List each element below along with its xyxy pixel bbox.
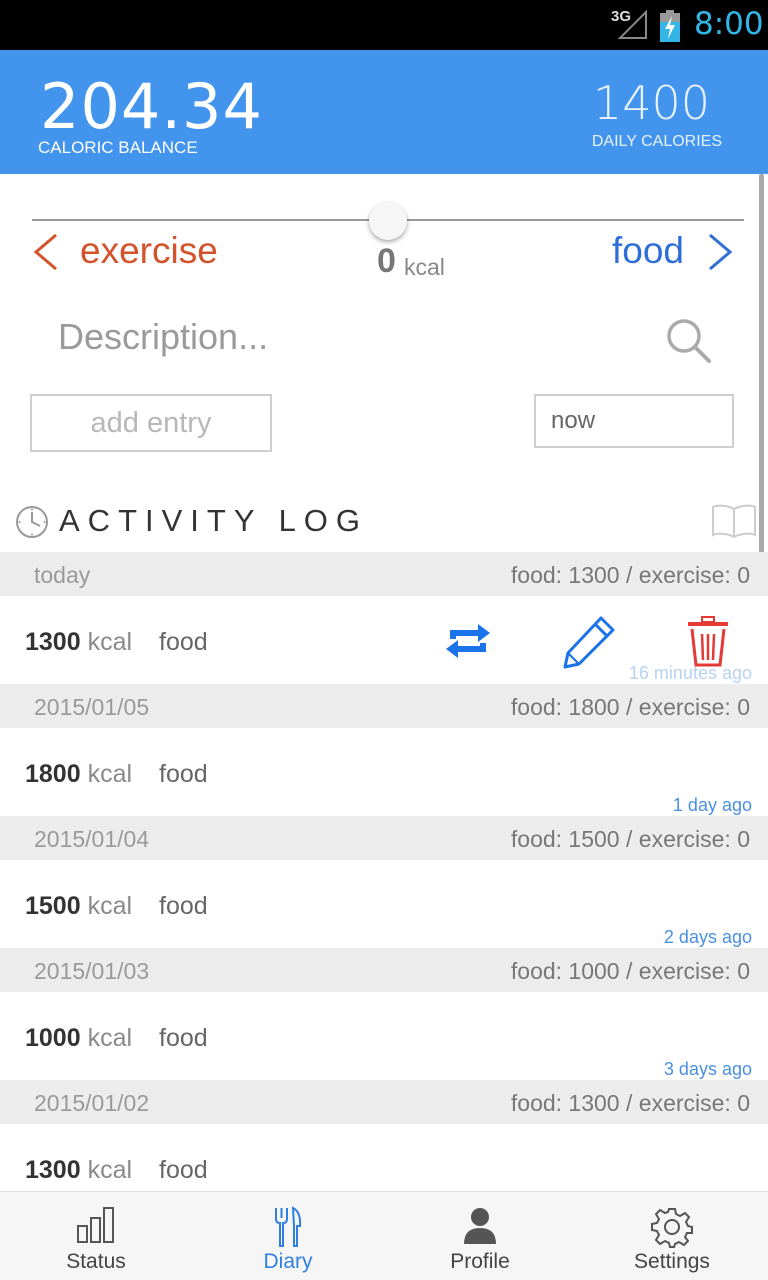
description-input[interactable]: Description... <box>58 316 268 358</box>
add-entry-button[interactable]: add entry <box>30 394 272 452</box>
entry-kcal: 1300 kcal <box>25 628 132 657</box>
day-header: 2015/01/04 food: 1500 / exercise: 0 <box>0 816 768 860</box>
battery-charging-icon <box>660 10 680 42</box>
day-summary: food: 1000 / exercise: 0 <box>510 958 750 984</box>
log-entry[interactable]: 1300 kcal food 16 minutes ago <box>0 596 768 684</box>
entry-kcal: 1800 kcal <box>25 760 132 789</box>
slider-kcal-value: 0 <box>377 242 396 280</box>
entry-time-ago: 1 day ago <box>672 795 752 815</box>
nav-status[interactable]: Status <box>0 1192 192 1280</box>
entry-kcal-unit: kcal <box>87 1024 133 1052</box>
gear-icon <box>651 1208 693 1248</box>
entry-kcal: 1500 kcal <box>25 892 132 921</box>
edit-pencil-icon[interactable] <box>561 614 617 670</box>
entry-kcal-unit: kcal <box>87 892 133 920</box>
nav-profile[interactable]: Profile <box>384 1192 576 1280</box>
entry-kcal-value: 1500 <box>25 892 81 920</box>
food-mode-button[interactable]: food <box>612 230 684 272</box>
caloric-balance-label: CALORIC BALANCE <box>38 138 198 157</box>
entry-kcal: 1000 kcal <box>25 1024 132 1053</box>
day-date: 2015/01/04 <box>34 826 150 852</box>
caloric-balance-value: 204.34 <box>40 70 263 143</box>
person-icon <box>464 1208 496 1244</box>
daily-calories-value: 1400 <box>592 76 710 130</box>
entry-type: food <box>159 760 208 788</box>
entry-type: food <box>159 892 208 920</box>
activity-log-list: today food: 1300 / exercise: 0 1300 kcal… <box>0 552 768 1212</box>
day-date: 2015/01/05 <box>34 694 150 720</box>
log-entry[interactable]: 1000 kcal food 3 days ago <box>0 992 768 1080</box>
entry-kcal-value: 1300 <box>25 1156 81 1184</box>
log-entry[interactable]: 1800 kcal food 1 day ago <box>0 728 768 816</box>
slider-kcal-unit: kcal <box>404 254 445 280</box>
entry-time-ago: 3 days ago <box>663 1059 752 1079</box>
entry-type: food <box>159 1024 208 1052</box>
nav-settings[interactable]: Settings <box>576 1192 768 1280</box>
day-header: today food: 1300 / exercise: 0 <box>0 552 768 596</box>
day-date: today <box>34 562 91 588</box>
entry-time-ago: 16 minutes ago <box>628 663 752 683</box>
daily-calories-label: DAILY CALORIES <box>591 133 722 150</box>
nav-diary[interactable]: Diary <box>192 1192 384 1280</box>
entry-kcal-unit: kcal <box>87 1156 133 1184</box>
bar-chart-icon <box>77 1207 114 1243</box>
entry-kcal-value: 1300 <box>25 628 81 656</box>
calorie-header: 204.34 CALORIC BALANCE 1400 DAILY CALORI… <box>0 50 768 174</box>
exercise-mode-button[interactable]: exercise <box>80 230 218 272</box>
nav-profile-label: Profile <box>450 1250 510 1273</box>
delete-trash-icon[interactable] <box>686 616 730 668</box>
day-header: 2015/01/05 food: 1800 / exercise: 0 <box>0 684 768 728</box>
day-header: 2015/01/03 food: 1000 / exercise: 0 <box>0 948 768 992</box>
status-bar: 3G 8:00 <box>0 0 768 50</box>
nav-status-label: Status <box>66 1250 126 1273</box>
activity-log-title: ACTIVITY LOG <box>59 503 369 538</box>
fork-knife-icon <box>275 1206 302 1247</box>
day-summary: food: 1500 / exercise: 0 <box>510 826 750 852</box>
entry-type: food <box>159 628 208 656</box>
entry-kcal-value: 1800 <box>25 760 81 788</box>
day-date: 2015/01/02 <box>34 1090 150 1116</box>
day-summary: food: 1300 / exercise: 0 <box>510 562 750 588</box>
repeat-icon[interactable] <box>440 622 496 660</box>
signal-icon <box>618 10 647 39</box>
day-summary: food: 1300 / exercise: 0 <box>510 1090 750 1116</box>
bottom-navigation: Status Diary Profile Settings <box>0 1191 768 1280</box>
entry-kcal-unit: kcal <box>87 628 133 656</box>
nav-diary-label: Diary <box>263 1250 313 1273</box>
clock-icon <box>16 506 48 538</box>
book-icon[interactable] <box>711 503 757 539</box>
time-field[interactable]: now <box>534 394 734 448</box>
entry-kcal-value: 1000 <box>25 1024 81 1052</box>
entry-time-ago: 2 days ago <box>663 927 752 947</box>
entry-kcal-unit: kcal <box>87 760 133 788</box>
clock-time: 8:00 <box>694 6 764 42</box>
entry-type: food <box>159 1156 208 1184</box>
day-header: 2015/01/02 food: 1300 / exercise: 0 <box>0 1080 768 1124</box>
nav-settings-label: Settings <box>634 1250 710 1273</box>
log-entry[interactable]: 1500 kcal food 2 days ago <box>0 860 768 948</box>
day-summary: food: 1800 / exercise: 0 <box>510 694 750 720</box>
day-date: 2015/01/03 <box>34 958 150 984</box>
calorie-slider-thumb[interactable] <box>369 202 407 240</box>
search-icon[interactable] <box>664 316 712 364</box>
chevron-left-icon[interactable] <box>30 232 60 272</box>
entry-kcal: 1300 kcal <box>25 1156 132 1185</box>
chevron-right-icon[interactable] <box>706 232 736 272</box>
